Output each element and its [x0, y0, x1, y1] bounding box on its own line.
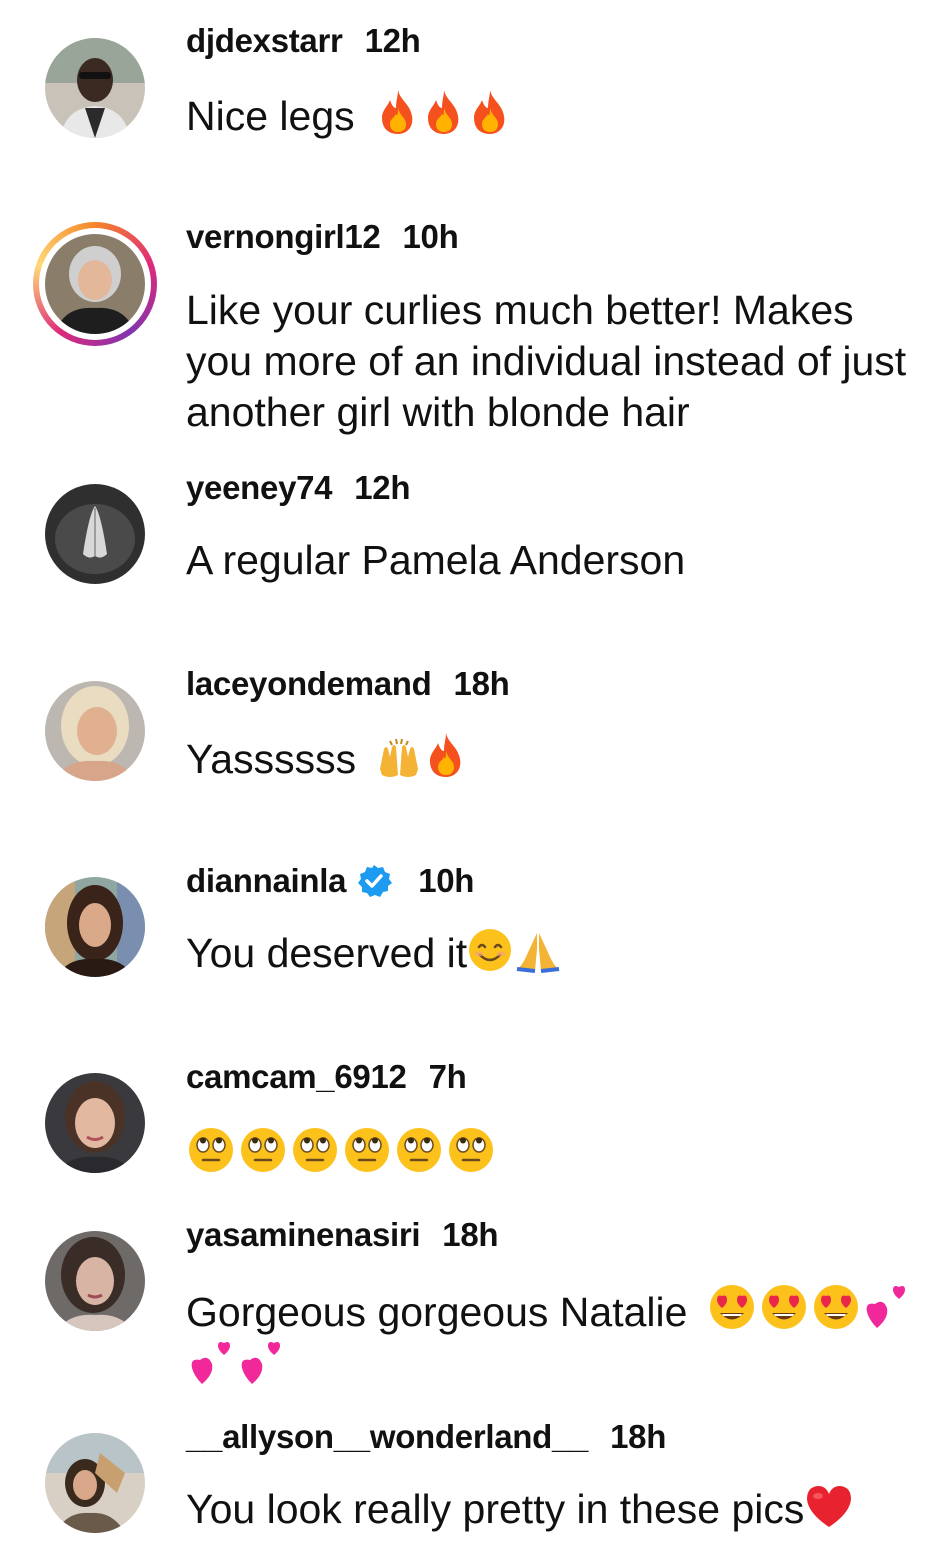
comment-username[interactable]: diannainla — [186, 862, 347, 900]
comment-timestamp: 10h — [402, 218, 459, 255]
smiling-face-emoji — [467, 927, 513, 973]
two-hearts-emoji — [188, 1340, 236, 1388]
comment-username[interactable]: camcam_6912 — [186, 1058, 407, 1096]
folded-hands-emoji — [515, 929, 561, 973]
fire-emoji — [376, 88, 420, 136]
avatar[interactable] — [45, 681, 145, 781]
comment-text-container: Nice legs — [186, 88, 916, 142]
comment-timestamp: 12h — [364, 22, 421, 59]
red-heart-emoji — [804, 1483, 854, 1529]
comment-timestamp: 18h — [442, 1216, 499, 1253]
eye-roll-emoji — [186, 1125, 236, 1175]
comment-text: A regular Pamela Anderson — [186, 537, 686, 583]
comment-timestamp: 10h — [418, 862, 475, 899]
comment-text: Gorgeous gorgeous Natalie — [186, 1289, 688, 1335]
comment-username[interactable]: yeeney74 — [186, 469, 333, 507]
comment-text: You look really pretty in these pics — [186, 1486, 805, 1532]
heart-eyes-emoji — [759, 1282, 809, 1332]
fire-emoji — [424, 731, 468, 779]
comment-text: Yassssss — [186, 736, 357, 782]
comment-username[interactable]: djdexstarr — [186, 22, 343, 60]
avatar[interactable] — [45, 877, 145, 977]
two-hearts-emoji — [863, 1284, 911, 1332]
avatar[interactable] — [45, 1231, 145, 1331]
avatar — [45, 234, 145, 334]
verified-badge-icon — [356, 863, 393, 899]
comment-text: Like your curlies much better! Makes you… — [186, 287, 907, 435]
comment-text-container: Yassssss — [186, 731, 916, 785]
two-hearts-emoji — [238, 1340, 286, 1388]
comment-text: You deserved it — [186, 930, 468, 976]
comment-timestamp: 7h — [428, 1058, 467, 1095]
fire-emoji — [468, 88, 512, 136]
comment-text-container: You look really pretty in these pics — [186, 1483, 926, 1535]
story-ring[interactable] — [33, 222, 157, 346]
comment-text-container: You deserved it — [186, 927, 916, 979]
avatar[interactable] — [45, 1433, 145, 1533]
eye-roll-emoji — [446, 1125, 496, 1175]
eye-roll-emoji — [394, 1125, 444, 1175]
raising-hands-emoji — [376, 739, 422, 779]
comment-text: Nice legs — [186, 93, 355, 139]
fire-emoji — [422, 88, 466, 136]
eye-roll-emoji — [238, 1125, 288, 1175]
eye-roll-emoji — [290, 1125, 340, 1175]
avatar[interactable] — [45, 1073, 145, 1173]
comment-text-container: Gorgeous gorgeous Natalie — [186, 1282, 926, 1396]
heart-eyes-emoji — [707, 1282, 757, 1332]
heart-eyes-emoji — [811, 1282, 861, 1332]
comment-timestamp: 18h — [453, 665, 510, 702]
avatar[interactable] — [45, 484, 145, 584]
comment-text-container — [186, 1125, 916, 1181]
comment-timestamp: 18h — [610, 1418, 667, 1455]
comment-username[interactable]: __allyson__wonderland__ — [186, 1418, 588, 1456]
comment-username[interactable]: yasaminenasiri — [186, 1216, 421, 1254]
avatar[interactable] — [45, 38, 145, 138]
comment-username[interactable]: vernongirl12 — [186, 218, 381, 256]
eye-roll-emoji — [342, 1125, 392, 1175]
comment-timestamp: 12h — [354, 469, 411, 506]
comment-username[interactable]: laceyondemand — [186, 665, 432, 703]
